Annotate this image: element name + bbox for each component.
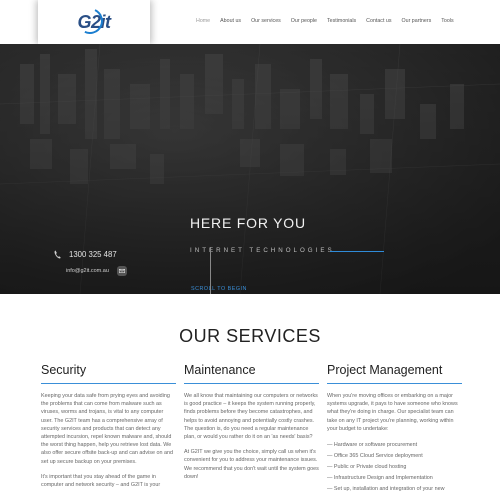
email-address: info@g2it.com.au bbox=[66, 268, 109, 274]
logo-swoosh-icon bbox=[73, 4, 107, 38]
service-paragraph: Keeping your data safe from prying eyes … bbox=[41, 393, 173, 465]
service-paragraph: At G2IT we give you the choice, simply c… bbox=[184, 449, 319, 480]
nav-contact-us[interactable]: Contact us bbox=[366, 18, 391, 24]
hero-title: HERE FOR YOU bbox=[190, 215, 306, 231]
list-item: — Public or Private cloud hosting bbox=[327, 464, 407, 471]
service-divider bbox=[41, 383, 176, 384]
site-header: G2it Home About us Our services Our peop… bbox=[0, 0, 500, 44]
list-item: — Set up, installation and integration o… bbox=[327, 486, 445, 493]
subtitle-accent-line bbox=[330, 251, 384, 252]
service-title: Maintenance bbox=[184, 363, 256, 377]
service-paragraph: When you're moving offices or embarking … bbox=[327, 393, 458, 432]
services-heading: OUR SERVICES bbox=[179, 326, 321, 346]
phone-contact[interactable]: 1300 325 487 bbox=[54, 250, 117, 259]
nav-about-us[interactable]: About us bbox=[220, 18, 241, 24]
logo[interactable]: G2it bbox=[38, 0, 150, 44]
service-project-management: Project Management When you're moving of… bbox=[327, 363, 462, 495]
list-item: — Hardware or software procurement bbox=[327, 442, 418, 449]
nav-our-people[interactable]: Our people bbox=[291, 18, 317, 24]
phone-icon bbox=[54, 250, 61, 259]
nav-our-services[interactable]: Our services bbox=[251, 18, 281, 24]
scroll-indicator-line bbox=[210, 247, 211, 294]
service-maintenance: Maintenance We all know that maintaining… bbox=[184, 363, 319, 488]
email-contact[interactable]: info@g2it.com.au bbox=[66, 266, 127, 276]
service-title: Project Management bbox=[327, 363, 443, 377]
nav-testimonials[interactable]: Testimonials bbox=[327, 18, 356, 24]
phone-number: 1300 325 487 bbox=[69, 250, 117, 259]
service-divider bbox=[184, 383, 319, 384]
list-item: — Infrastructure Design and Implementati… bbox=[327, 475, 433, 482]
nav-tools[interactable]: Tools bbox=[441, 18, 453, 24]
list-item: — Office 365 Cloud Service deployment bbox=[327, 453, 423, 460]
main-nav: Home About us Our services Our people Te… bbox=[196, 18, 464, 24]
hero-subtitle: INTERNET TECHNOLOGIES bbox=[190, 247, 335, 254]
mail-icon bbox=[116, 266, 127, 276]
service-divider bbox=[327, 383, 462, 384]
service-list: — Hardware or software procurement — Off… bbox=[327, 440, 462, 495]
service-paragraph: It's important that you stay ahead of th… bbox=[41, 473, 161, 489]
nav-home[interactable]: Home bbox=[196, 18, 210, 24]
service-security: Security Keeping your data safe from pry… bbox=[41, 363, 176, 496]
service-title: Security bbox=[41, 363, 87, 377]
scroll-to-begin-link[interactable]: SCROLL TO BEGIN bbox=[191, 286, 247, 292]
nav-our-partners[interactable]: Our partners bbox=[402, 18, 432, 24]
service-paragraph: We all know that maintaining our compute… bbox=[184, 393, 318, 441]
